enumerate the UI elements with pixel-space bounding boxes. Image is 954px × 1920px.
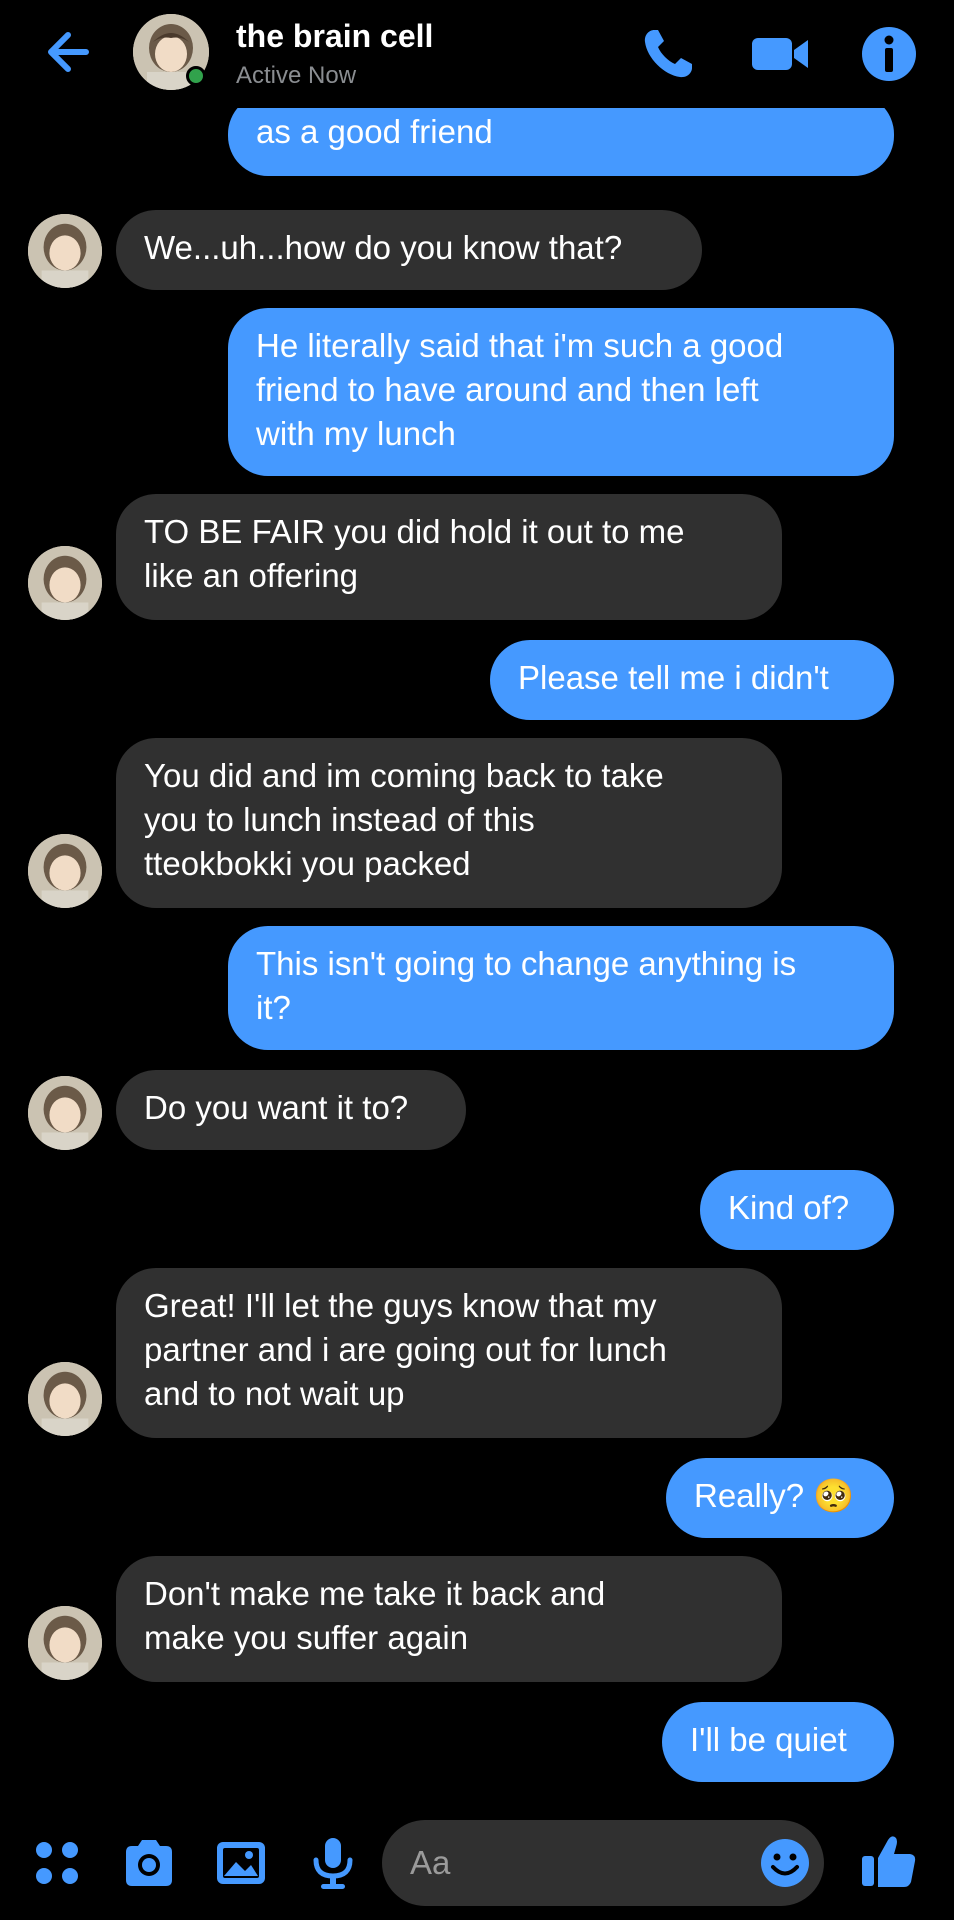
- apps-menu-icon[interactable]: [28, 1834, 86, 1892]
- message-list[interactable]: as a good friend We...uh...how do you kn…: [0, 108, 954, 1798]
- message-received[interactable]: Great! I'll let the guys know that my pa…: [116, 1268, 782, 1438]
- message-sent[interactable]: Really? 🥺: [666, 1458, 894, 1538]
- contact-name[interactable]: the brain cell: [236, 18, 433, 55]
- message-sent[interactable]: Please tell me i didn't: [490, 640, 894, 720]
- contact-avatar-small[interactable]: [28, 214, 102, 288]
- message-received[interactable]: You did and im coming back to take you t…: [116, 738, 782, 908]
- contact-avatar-small[interactable]: [28, 546, 102, 620]
- message-received[interactable]: Don't make me take it back and make you …: [116, 1556, 782, 1682]
- message-sent[interactable]: as a good friend: [228, 108, 894, 176]
- video-call-icon[interactable]: [748, 22, 812, 86]
- back-arrow-icon[interactable]: [40, 22, 100, 82]
- contact-avatar-small[interactable]: [28, 1076, 102, 1150]
- thumbs-up-icon[interactable]: [858, 1830, 920, 1892]
- message-sent[interactable]: This isn't going to change anything is i…: [228, 926, 894, 1050]
- message-received[interactable]: Do you want it to?: [116, 1070, 466, 1150]
- camera-icon[interactable]: [120, 1834, 178, 1892]
- message-received[interactable]: We...uh...how do you know that?: [116, 210, 702, 290]
- message-received[interactable]: TO BE FAIR you did hold it out to me lik…: [116, 494, 782, 620]
- online-indicator: [186, 66, 206, 86]
- chat-header: the brain cell Active Now: [0, 0, 954, 108]
- contact-status: Active Now: [236, 62, 357, 89]
- contact-avatar-small[interactable]: [28, 1362, 102, 1436]
- contact-avatar-small[interactable]: [28, 834, 102, 908]
- emoji-icon[interactable]: [758, 1836, 812, 1890]
- message-sent[interactable]: I'll be quiet: [662, 1702, 894, 1782]
- info-icon[interactable]: [857, 22, 921, 86]
- message-sent[interactable]: He literally said that i'm such a good f…: [228, 308, 894, 476]
- gallery-icon[interactable]: [212, 1834, 270, 1892]
- message-composer: [0, 1798, 954, 1920]
- microphone-icon[interactable]: [304, 1834, 362, 1892]
- phone-icon[interactable]: [636, 22, 700, 86]
- contact-avatar-small[interactable]: [28, 1606, 102, 1680]
- message-sent[interactable]: Kind of?: [700, 1170, 894, 1250]
